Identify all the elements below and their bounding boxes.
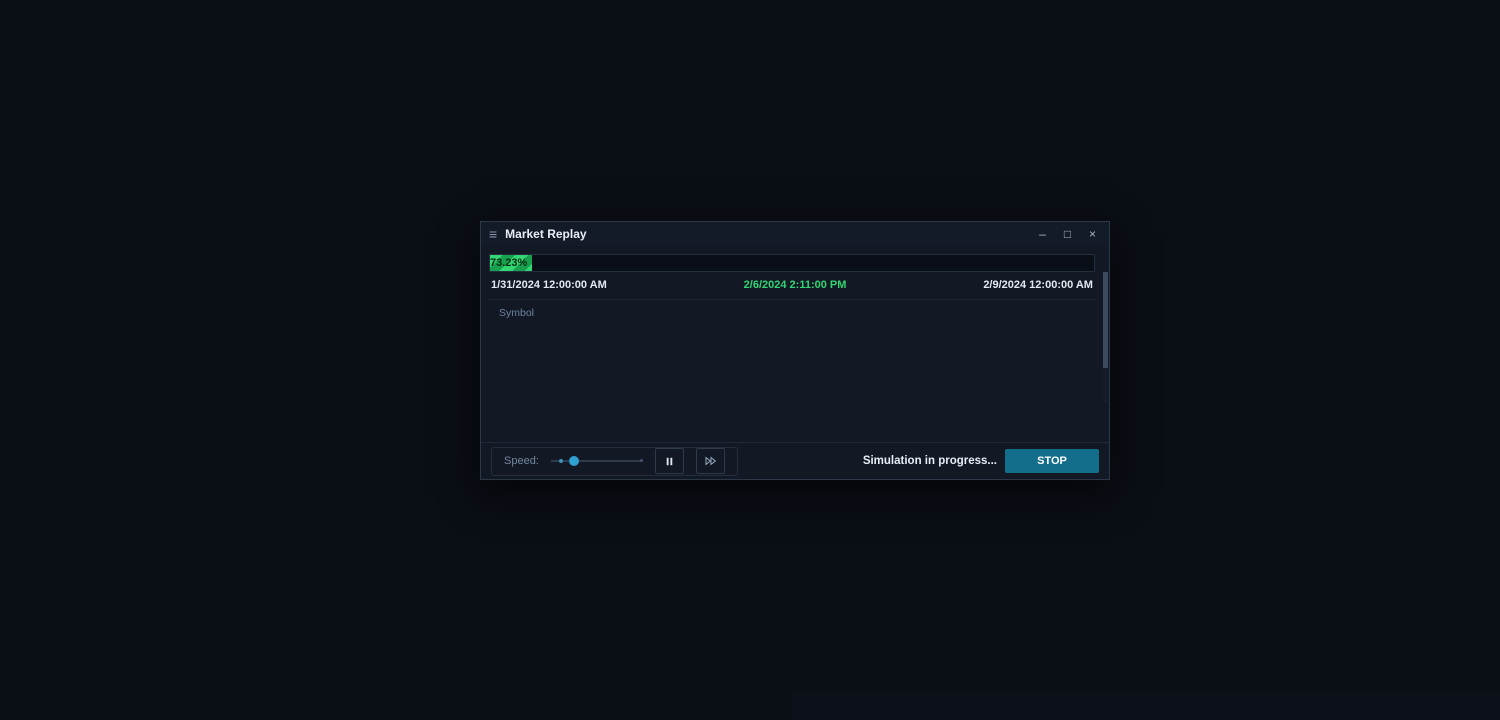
replay-end-date: 2/9/2024 12:00:00 AM (983, 279, 1093, 291)
speed-control-group: Speed: (491, 447, 738, 476)
slider-dot (559, 459, 563, 463)
dialog-footer: Speed: Simulation in progress... STOP (481, 442, 1109, 479)
progress-percent: 73.23% (490, 257, 527, 269)
speed-slider[interactable] (551, 460, 643, 462)
scrollbar-thumb[interactable] (1103, 272, 1108, 368)
maximize-icon[interactable]: □ (1059, 228, 1076, 240)
dialog-body: 73.23% 1/31/2024 12:00:00 AM 2/6/2024 2:… (481, 246, 1109, 442)
dialog-scrollbar[interactable] (1103, 272, 1108, 402)
pause-button[interactable] (655, 448, 684, 474)
market-replay-dialog: ≡ Market Replay – □ × 73.23% 1/31/2024 1… (480, 221, 1110, 480)
simulation-status: Simulation in progress... (863, 455, 997, 467)
slider-handle[interactable] (569, 456, 579, 466)
symbol-section-label: Symbol (499, 307, 1095, 319)
window-menu-icon[interactable]: ≡ (489, 227, 497, 241)
replay-current-date: 2/6/2024 2:11:00 PM (744, 279, 847, 291)
stop-button[interactable]: STOP (1005, 449, 1099, 473)
slider-end-dot (640, 459, 643, 462)
profile-button-bar (793, 690, 1500, 720)
replay-start-date: 1/31/2024 12:00:00 AM (491, 279, 607, 291)
replay-progress-fill: 73.23% (490, 255, 532, 271)
fast-forward-icon[interactable] (696, 448, 725, 474)
speed-label: Speed: (504, 455, 539, 467)
symbol-list: Symbol (489, 299, 1095, 319)
close-icon[interactable]: × (1084, 228, 1101, 240)
replay-progress-bar[interactable]: 73.23% (489, 254, 1095, 272)
minimize-icon[interactable]: – (1034, 228, 1051, 240)
replay-date-range: 1/31/2024 12:00:00 AM 2/6/2024 2:11:00 P… (491, 279, 1093, 291)
dialog-title: Market Replay (505, 227, 1026, 241)
dialog-titlebar[interactable]: ≡ Market Replay – □ × (481, 222, 1109, 246)
